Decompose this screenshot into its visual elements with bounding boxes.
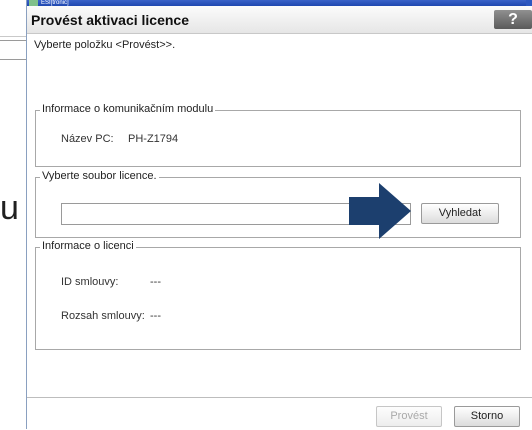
group-legend: Informace o komunikačním modulu <box>40 103 216 115</box>
license-info-group: Informace o licenci ID smlouvy: --- Rozs… <box>35 240 521 350</box>
background-text: u <box>0 189 19 227</box>
license-file-group: Vyberte soubor licence. Vyhledat <box>35 170 521 238</box>
contract-id-value: --- <box>150 276 161 288</box>
contract-scope-label: Rozsah smlouvy: <box>61 310 145 322</box>
contract-scope-value: --- <box>150 310 161 322</box>
license-activation-dialog: ESI[tronic] Provést aktivaci licence ? V… <box>26 0 532 430</box>
dialog-title: Provést aktivaci licence <box>31 12 189 28</box>
pc-name-value: PH-Z1794 <box>128 133 179 145</box>
cancel-button[interactable]: Storno <box>454 406 520 427</box>
browse-button[interactable]: Vyhledat <box>421 203 499 224</box>
dialog-header: Provést aktivaci licence ? <box>27 6 532 34</box>
background-app: u <box>0 0 26 429</box>
background-divider <box>0 40 26 41</box>
pc-name-label: Název PC: <box>61 133 114 145</box>
run-button[interactable]: Provést <box>376 406 442 427</box>
help-button[interactable]: ? <box>494 10 532 29</box>
group-legend: Vyberte soubor licence. <box>40 170 159 182</box>
contract-id-label: ID smlouvy: <box>61 276 119 288</box>
background-divider <box>0 59 26 60</box>
comm-module-group: Informace o komunikačním modulu Název PC… <box>35 103 521 167</box>
dialog-footer: Provést Storno <box>27 397 532 430</box>
group-legend: Informace o licenci <box>40 240 136 252</box>
pointer-arrow-icon <box>349 183 411 239</box>
background-divider <box>0 36 26 37</box>
instruction-text: Vyberte položku <Provést>>. <box>34 39 176 51</box>
